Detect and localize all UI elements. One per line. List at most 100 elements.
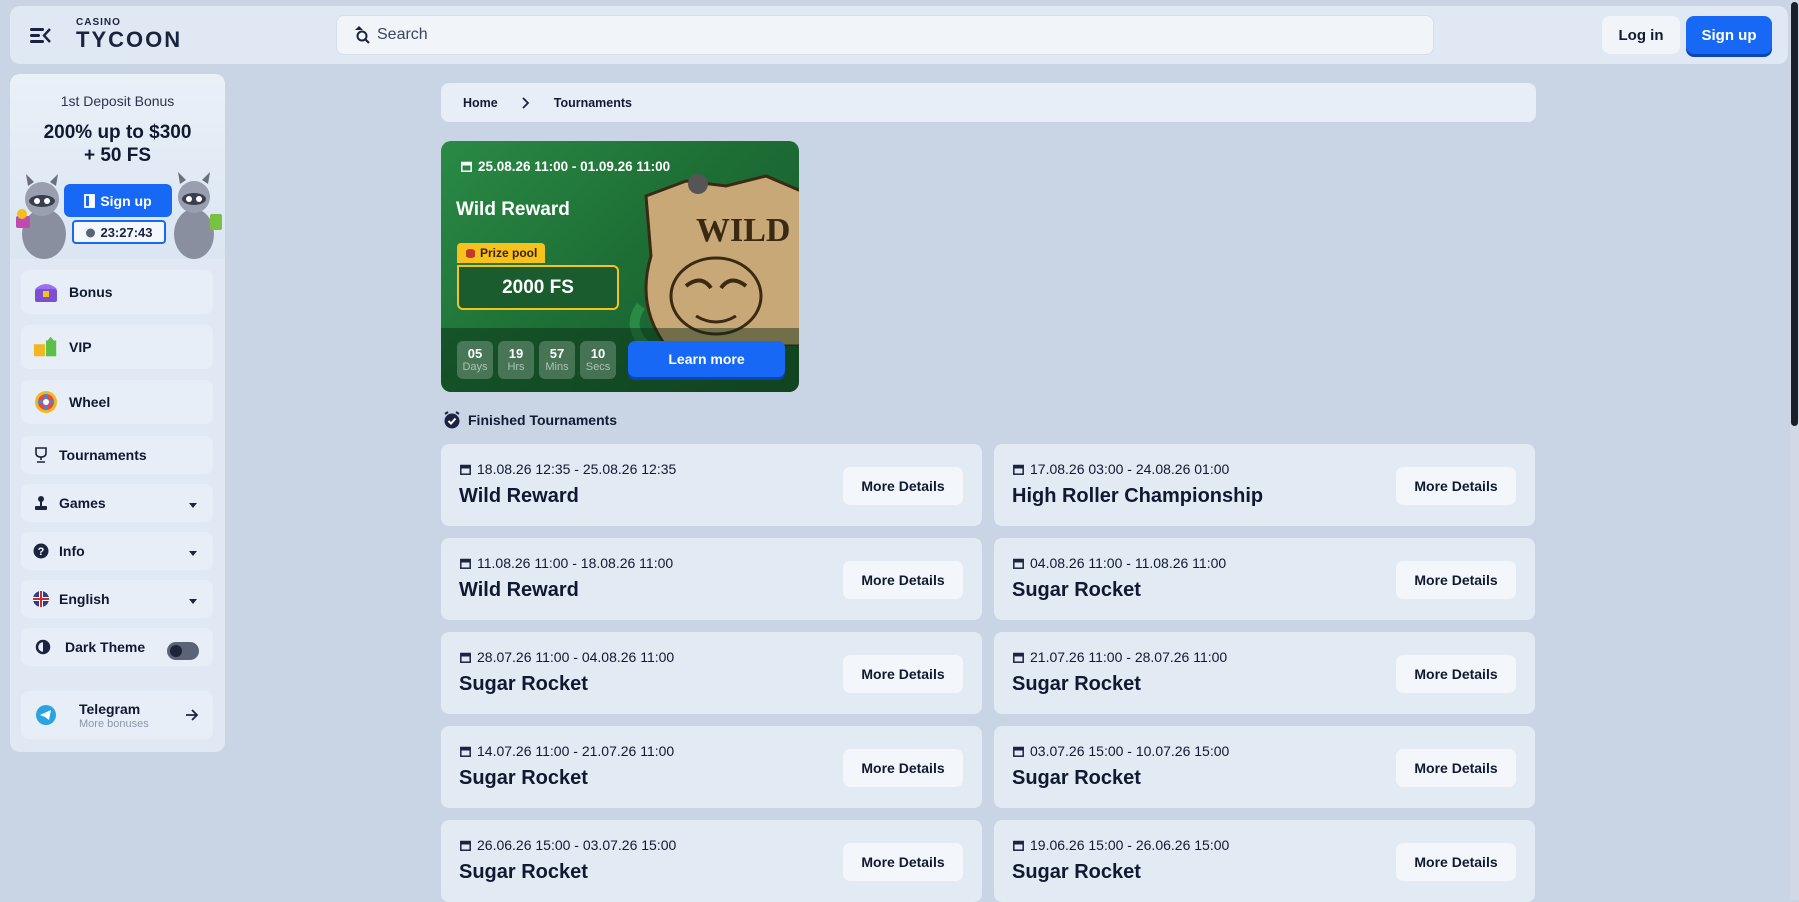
banner-date: 25.08.26 11:00 - 01.09.26 11:00: [461, 159, 670, 174]
uk-flag-icon: [33, 586, 49, 612]
chevron-down-icon: [189, 503, 197, 508]
raccoon-mascot-left-icon: [16, 174, 66, 259]
tournament-name: Sugar Rocket: [459, 767, 588, 789]
learn-more-button[interactable]: Learn more: [628, 341, 785, 377]
sidebar: 1st Deposit Bonus 200% up to $300 + 50 F…: [10, 74, 225, 752]
search-bar[interactable]: [336, 15, 1434, 55]
tournament-date: 19.06.26 15:00 - 26.06.26 15:00: [1013, 837, 1229, 853]
prize-pool-tag: Prize pool: [457, 243, 546, 263]
tournament-card[interactable]: 19.06.26 15:00 - 26.06.26 15:00 Sugar Roc…: [994, 820, 1535, 902]
alarm-check-icon: [444, 411, 460, 429]
tournament-date: 26.06.26 15:00 - 03.07.26 15:00: [460, 837, 676, 853]
tournament-date: 18.08.26 12:35 - 25.08.26 12:35: [460, 461, 676, 477]
calendar-icon: [460, 652, 471, 663]
tournament-card[interactable]: 17.08.26 03:00 - 24.08.26 01:00 High Roll…: [994, 444, 1535, 526]
tournament-name: Sugar Rocket: [1012, 673, 1141, 695]
calendar-icon: [461, 161, 472, 172]
calendar-icon: [1013, 840, 1024, 851]
tournament-card[interactable]: 28.07.26 11:00 - 04.08.26 11:00 Sugar Roc…: [441, 632, 982, 714]
tournament-date: 14.07.26 11:00 - 21.07.26 11:00: [460, 743, 674, 759]
coins-icon: [466, 248, 475, 258]
tournament-card[interactable]: 04.08.26 11:00 - 11.08.26 11:00 Sugar Roc…: [994, 538, 1535, 620]
calendar-icon: [460, 464, 471, 475]
sidebar-item-games[interactable]: Games: [21, 484, 213, 522]
tournament-date: 21.07.26 11:00 - 28.07.26 11:00: [1013, 649, 1227, 665]
arrow-right-icon: [186, 709, 199, 721]
calendar-icon: [1013, 652, 1024, 663]
signup-button[interactable]: Sign up: [1686, 16, 1772, 54]
more-details-button[interactable]: More Details: [843, 467, 963, 505]
tournament-card[interactable]: 26.06.26 15:00 - 03.07.26 15:00 Sugar Roc…: [441, 820, 982, 902]
tournament-date: 03.07.26 15:00 - 10.07.26 15:00: [1013, 743, 1229, 759]
prize-pool-value: 2000 FS: [457, 265, 619, 310]
tournament-name: Sugar Rocket: [1012, 861, 1141, 883]
svg-text:?: ?: [38, 546, 45, 558]
tournament-name: Sugar Rocket: [459, 861, 588, 883]
search-input[interactable]: [375, 25, 1279, 45]
tournament-card[interactable]: 03.07.26 15:00 - 10.07.26 15:00 Sugar Roc…: [994, 726, 1535, 808]
more-details-button[interactable]: More Details: [1396, 467, 1516, 505]
tournament-name: Sugar Rocket: [459, 673, 588, 695]
telegram-sub: More bonuses: [79, 717, 149, 730]
promo-title: 200% up to $300 + 50 FS: [43, 122, 192, 166]
stopwatch-icon: [86, 228, 96, 237]
chevron-right-icon: [522, 96, 530, 109]
breadcrumb-home[interactable]: Home: [463, 96, 498, 110]
banner-title: Wild Reward: [456, 199, 570, 220]
casino-tycoon-logo[interactable]: CASINO TYCOON: [76, 18, 182, 52]
finished-tournaments-heading: Finished Tournaments: [443, 411, 617, 429]
tournament-name: Wild Reward: [459, 485, 579, 507]
more-details-button[interactable]: More Details: [843, 561, 963, 599]
trophy-icon: [33, 442, 49, 468]
tournament-name: High Roller Championship: [1012, 485, 1264, 507]
more-details-button[interactable]: More Details: [843, 749, 963, 787]
tournament-card[interactable]: 11.08.26 11:00 - 18.08.26 11:00 Wild Rewa…: [441, 538, 982, 620]
active-tournament-banner[interactable]: WILD 25.08.26 11:00 - 01.09.26 11:00 Wil…: [441, 141, 799, 392]
sidebar-item-info[interactable]: ? Info: [21, 532, 213, 570]
sidebar-item-wheel[interactable]: Wheel: [21, 380, 213, 424]
more-details-button[interactable]: More Details: [843, 843, 963, 881]
telegram-icon: [33, 702, 59, 728]
chevron-down-icon: [189, 551, 197, 556]
telegram-label: Telegram: [79, 700, 141, 717]
calendar-icon: [1013, 746, 1024, 757]
scrollbar-thumb[interactable]: [1791, 2, 1798, 426]
countdown-seconds: 10 Secs: [580, 341, 616, 379]
telegram-link[interactable]: Telegram More bonuses: [21, 691, 213, 739]
more-details-button[interactable]: More Details: [1396, 843, 1516, 881]
sidebar-item-language[interactable]: English: [21, 580, 213, 618]
door-icon: [84, 193, 96, 208]
tournament-card[interactable]: 18.08.26 12:35 - 25.08.26 12:35 Wild Rewa…: [441, 444, 982, 526]
tournament-date: 11.08.26 11:00 - 18.08.26 11:00: [460, 555, 673, 571]
tournament-name: Wild Reward: [459, 579, 579, 601]
more-details-button[interactable]: More Details: [1396, 749, 1516, 787]
sidebar-item-tournaments[interactable]: Tournaments: [21, 436, 213, 474]
calendar-icon: [460, 746, 471, 757]
sidebar-item-dark-theme[interactable]: Dark Theme: [21, 628, 213, 666]
promo-signup-button[interactable]: Sign up: [64, 184, 172, 217]
tournament-card[interactable]: 21.07.26 11:00 - 28.07.26 11:00 Sugar Roc…: [994, 632, 1535, 714]
dark-theme-toggle[interactable]: [167, 642, 199, 660]
more-details-button[interactable]: More Details: [843, 655, 963, 693]
menu-toggle-icon[interactable]: [24, 20, 54, 50]
more-details-button[interactable]: More Details: [1396, 561, 1516, 599]
tournament-card[interactable]: 14.07.26 11:00 - 21.07.26 11:00 Sugar Roc…: [441, 726, 982, 808]
deposit-bonus-promo: 1st Deposit Bonus 200% up to $300 + 50 F…: [10, 74, 225, 259]
joystick-icon: [33, 490, 49, 516]
help-icon: ?: [33, 538, 49, 564]
more-details-button[interactable]: More Details: [1396, 655, 1516, 693]
sidebar-item-bonus[interactable]: Bonus: [21, 270, 213, 314]
search-icon: [355, 26, 370, 44]
sidebar-item-vip[interactable]: VIP: [21, 325, 213, 369]
raccoon-mascot-right-icon: [174, 172, 222, 259]
theme-icon: [35, 634, 51, 660]
countdown-days: 05 Days: [457, 341, 493, 379]
tournament-date: 28.07.26 11:00 - 04.08.26 11:00: [460, 649, 674, 665]
login-button[interactable]: Log in: [1602, 16, 1680, 54]
fortune-wheel-icon: [33, 389, 59, 415]
tournament-name: Sugar Rocket: [1012, 579, 1141, 601]
page-scrollbar[interactable]: [1790, 0, 1799, 900]
countdown-hours: 19 Hrs: [498, 341, 534, 379]
breadcrumb: Home Tournaments: [441, 83, 1536, 122]
promo-countdown: 23:27:43: [72, 220, 166, 244]
